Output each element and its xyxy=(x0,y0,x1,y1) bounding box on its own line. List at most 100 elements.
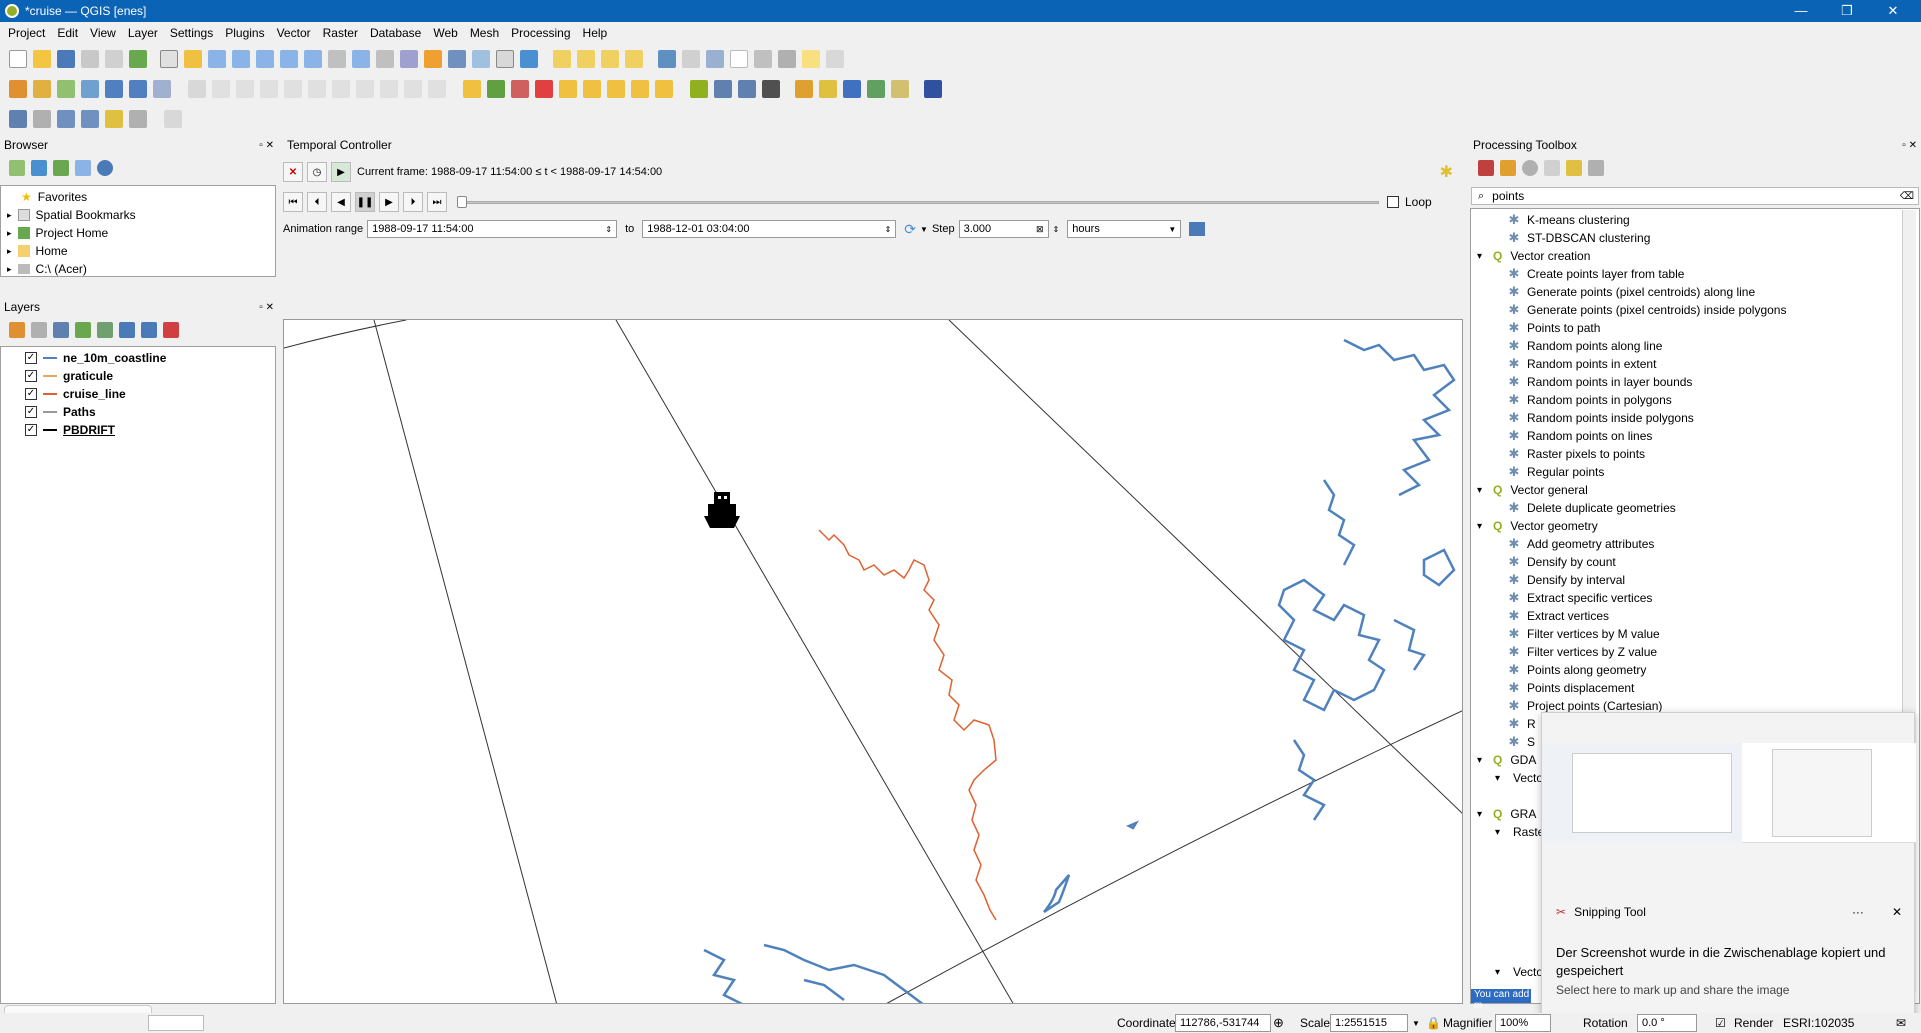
toolbox-algorithm[interactable]: ✱ Points to path xyxy=(1477,319,1919,337)
layer-visibility-checkbox[interactable]: ✓ xyxy=(25,406,37,418)
menu-plugins[interactable]: Plugins xyxy=(225,26,264,40)
close-window-button[interactable]: ✕ xyxy=(1870,0,1916,22)
undo-icon[interactable] xyxy=(404,80,422,98)
add-vector-icon[interactable] xyxy=(57,80,75,98)
menu-database[interactable]: Database xyxy=(370,26,421,40)
toolbox-algorithm[interactable]: ✱ Generate points (pixel centroids) along… xyxy=(1477,283,1919,301)
plugin-icon[interactable] xyxy=(819,80,837,98)
save-project-icon[interactable] xyxy=(57,50,75,68)
python-icon[interactable] xyxy=(795,80,813,98)
manage-themes-icon[interactable] xyxy=(53,322,69,338)
help-book-icon[interactable] xyxy=(924,80,942,98)
step-spin-icon[interactable]: ⇕ xyxy=(1053,225,1060,234)
temporal-controller-icon[interactable] xyxy=(472,50,490,68)
print-layout-icon[interactable] xyxy=(105,50,123,68)
processing-gear-icon[interactable] xyxy=(706,50,724,68)
zoom-next-icon[interactable] xyxy=(376,50,394,68)
cut-icon[interactable] xyxy=(332,80,350,98)
advanced-digitize-icon[interactable] xyxy=(33,110,51,128)
menu-mesh[interactable]: Mesh xyxy=(470,26,499,40)
history-icon[interactable] xyxy=(1522,160,1538,176)
render-checkbox[interactable]: ☑ xyxy=(1715,1016,1726,1030)
add-spatialite-icon[interactable] xyxy=(153,80,171,98)
add-raster-icon[interactable] xyxy=(81,80,99,98)
toolbox-algorithm[interactable]: ✱ Random points in polygons xyxy=(1477,391,1919,409)
select-by-value-icon[interactable] xyxy=(577,50,595,68)
browser-refresh-icon[interactable] xyxy=(31,160,47,176)
toolbox-algorithm[interactable]: ✱ Create points layer from table xyxy=(1477,265,1919,283)
zoom-out-icon[interactable] xyxy=(232,50,250,68)
add-delimited-icon[interactable] xyxy=(129,80,147,98)
browser-filter-icon[interactable] xyxy=(53,160,69,176)
statistics-sigma-icon[interactable] xyxy=(730,50,748,68)
menu-edit[interactable]: Edit xyxy=(57,26,78,40)
globe-icon[interactable] xyxy=(738,80,756,98)
previous-frame-icon[interactable]: ⏴ xyxy=(307,192,327,212)
toolbox-algorithm[interactable]: ✱ Filter vertices by Z value xyxy=(1477,643,1919,661)
expand-all-icon[interactable] xyxy=(119,322,135,338)
info-icon[interactable] xyxy=(97,160,113,176)
raster-calc-icon[interactable] xyxy=(891,80,909,98)
show-hide-labels-icon[interactable] xyxy=(511,80,529,98)
map-tips-icon[interactable] xyxy=(802,50,820,68)
messages-icon[interactable]: ✉ xyxy=(1896,1016,1906,1030)
time-slider[interactable] xyxy=(457,196,1379,208)
results-icon[interactable] xyxy=(1544,160,1560,176)
options-wrench-icon[interactable] xyxy=(1588,160,1604,176)
zoom-native-icon[interactable] xyxy=(328,50,346,68)
menu-vector[interactable]: Vector xyxy=(277,26,311,40)
browser-close-icon[interactable]: ▫ ✕ xyxy=(259,140,274,151)
toolbox-group[interactable]: ▾ Q Vector geometry xyxy=(1477,517,1919,535)
toolbox-algorithm[interactable]: ✱ Random points inside polygons xyxy=(1477,409,1919,427)
layer-visibility-checkbox[interactable]: ✓ xyxy=(25,352,37,364)
layer-visibility-checkbox[interactable]: ✓ xyxy=(25,370,37,382)
toolbox-algorithm[interactable]: ✱ Points displacement xyxy=(1477,679,1919,697)
play-forward-icon[interactable]: ▶ xyxy=(379,192,399,212)
change-label-icon[interactable] xyxy=(583,80,601,98)
zoom-full-icon[interactable] xyxy=(256,50,274,68)
pan-icon[interactable] xyxy=(160,50,178,68)
map-canvas[interactable] xyxy=(283,319,1463,1004)
range-dropdown-icon[interactable]: ▼ xyxy=(920,225,928,234)
expand-arrow-icon[interactable]: ▾ xyxy=(1495,773,1507,784)
set-range-refresh-icon[interactable]: ⟳ xyxy=(904,221,916,238)
layer-row[interactable]: ✓ PBDRIFT xyxy=(25,421,275,439)
grid-icon[interactable] xyxy=(762,80,780,98)
zoom-selection-icon[interactable] xyxy=(280,50,298,68)
zoom-in-icon[interactable] xyxy=(208,50,226,68)
minimize-button[interactable]: — xyxy=(1778,0,1824,22)
magnifier-field[interactable]: 100% xyxy=(1495,1014,1551,1032)
browser-item-home[interactable]: ▸ Home xyxy=(7,242,275,260)
snapping-icon[interactable] xyxy=(9,110,27,128)
expand-arrow-icon[interactable]: ▾ xyxy=(1477,485,1489,496)
toolbox-group[interactable]: ▾ Q Vector general xyxy=(1477,481,1919,499)
show-bookmarks-icon[interactable] xyxy=(448,50,466,68)
layer-visibility-checkbox[interactable]: ✓ xyxy=(25,388,37,400)
zoom-layer-icon[interactable] xyxy=(304,50,322,68)
scripts-icon[interactable] xyxy=(1500,160,1516,176)
toolbox-algorithm[interactable]: ✱ Filter vertices by M value xyxy=(1477,625,1919,643)
refresh-icon[interactable] xyxy=(520,50,538,68)
select-features-icon[interactable] xyxy=(553,50,571,68)
redo-icon[interactable] xyxy=(428,80,446,98)
current-edits-icon[interactable] xyxy=(188,80,206,98)
play-backward-icon[interactable]: ◀ xyxy=(331,192,351,212)
toolbox-algorithm[interactable]: ✱ Generate points (pixel centroids) insid… xyxy=(1477,301,1919,319)
collapse-all-icon[interactable] xyxy=(75,160,91,176)
toolbox-algorithm[interactable]: ✱ Regular points xyxy=(1477,463,1919,481)
crs-label[interactable]: ESRI:102035 xyxy=(1783,1016,1854,1030)
layer-visibility-checkbox[interactable]: ✓ xyxy=(25,424,37,436)
lock-scale-icon[interactable]: 🔒 xyxy=(1426,1016,1441,1030)
snipping-tool-popup[interactable]: ✂ Snipping Tool ··· ✕ Der Screenshot wur… xyxy=(1541,712,1916,1016)
rotation-field[interactable]: 0.0 ° xyxy=(1637,1014,1697,1032)
snip-more-button[interactable]: ··· xyxy=(1852,905,1864,919)
menu-processing[interactable]: Processing xyxy=(511,26,570,40)
save-edits-icon[interactable] xyxy=(236,80,254,98)
expand-arrow-icon[interactable]: ▾ xyxy=(1495,827,1507,838)
toolbox-algorithm[interactable]: ✱ Raster pixels to points xyxy=(1477,445,1919,463)
label-toolbar-icon[interactable] xyxy=(631,80,649,98)
toolbox-algorithm[interactable]: ✱ Densify by interval xyxy=(1477,571,1919,589)
open-project-icon[interactable] xyxy=(33,50,51,68)
rotate-icon[interactable] xyxy=(843,80,861,98)
export-animation-icon[interactable] xyxy=(1189,222,1206,236)
